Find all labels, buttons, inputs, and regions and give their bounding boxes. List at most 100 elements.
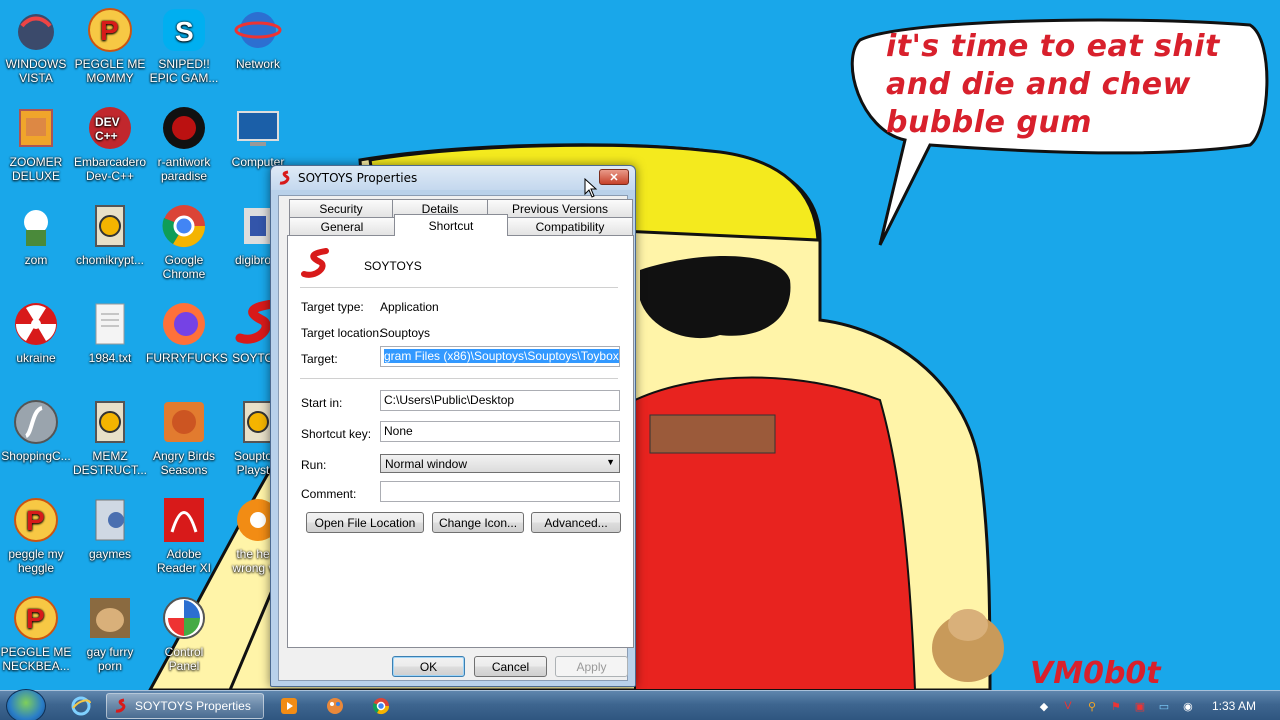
soytoys-icon bbox=[115, 698, 126, 713]
peggle-icon: P bbox=[86, 6, 134, 54]
desktop-icon[interactable]: MEMZ DESTRUCT... bbox=[72, 398, 148, 477]
target-type-label: Target type: bbox=[301, 300, 364, 314]
desktop-icon[interactable]: FURRYFUCKS bbox=[146, 300, 228, 365]
app-name: SOYTOYS bbox=[364, 259, 422, 273]
desktop-icon[interactable]: 1984.txt bbox=[72, 300, 148, 365]
flash-icon bbox=[12, 398, 60, 446]
comment-input[interactable] bbox=[380, 481, 620, 502]
desktop-icon[interactable]: Control Panel bbox=[146, 594, 222, 673]
target-location-label: Target location: bbox=[301, 326, 383, 340]
desktop-icon[interactable]: r-antiwork paradise bbox=[146, 104, 222, 183]
run-label: Run: bbox=[301, 458, 327, 472]
watermark: VM0b0t bbox=[1030, 656, 1161, 690]
tray-search-icon[interactable]: ⚲ bbox=[1085, 699, 1099, 713]
dialog-title: SOYTOYS Properties bbox=[298, 171, 418, 185]
vista-icon bbox=[12, 6, 60, 54]
tray-monitor-icon[interactable]: ▭ bbox=[1157, 699, 1171, 713]
mouse-cursor bbox=[584, 178, 598, 198]
tab-previous-versions[interactable]: Previous Versions bbox=[487, 199, 633, 217]
system-tray: ◆ V ⚲ ⚑ ▣ ▭ ◉ 1:33 AM bbox=[1032, 691, 1280, 720]
desktop-icon[interactable]: ukraine bbox=[0, 300, 74, 365]
apply-button[interactable]: Apply bbox=[555, 656, 628, 677]
desktop-icon[interactable]: ShoppingC... bbox=[0, 398, 74, 463]
chrome-icon[interactable] bbox=[372, 693, 390, 719]
desktop-icon-label: FURRYFUCKS bbox=[146, 351, 228, 365]
taskbar-window-soytoys-properties[interactable]: SOYTOYS Properties bbox=[106, 693, 264, 719]
media-player-icon[interactable] bbox=[280, 693, 298, 719]
desktop-icon-label: ukraine bbox=[16, 351, 56, 365]
tab-security[interactable]: Security bbox=[289, 199, 393, 217]
desktop-icon[interactable]: P PEGGLE ME NECKBEA... bbox=[0, 594, 74, 673]
shortcut-icon bbox=[86, 202, 134, 250]
taskbar-clock[interactable]: 1:33 AM bbox=[1212, 699, 1256, 713]
paint-icon[interactable] bbox=[326, 693, 344, 719]
svg-text:P: P bbox=[26, 505, 45, 536]
change-icon-button[interactable]: Change Icon... bbox=[432, 512, 524, 533]
tray-network-icon[interactable]: ▣ bbox=[1133, 699, 1147, 713]
ok-button[interactable]: OK bbox=[392, 656, 465, 677]
internet-explorer-icon[interactable] bbox=[70, 693, 92, 719]
hamster-icon bbox=[86, 594, 134, 642]
desktop-icon[interactable]: Network bbox=[220, 6, 296, 71]
desktop-icon[interactable]: P PEGGLE ME MOMMY bbox=[72, 6, 148, 85]
desktop-icon-label: Angry Birds Seasons bbox=[152, 449, 216, 477]
tray-flag-icon[interactable]: ⚑ bbox=[1109, 699, 1123, 713]
computer-icon bbox=[234, 104, 282, 152]
shortcut-panel: SOYTOYS Target type: Application Target … bbox=[287, 235, 634, 648]
desktop-icon[interactable]: S SNIPED!! EPIC GAM... bbox=[146, 6, 222, 85]
desktop-icon[interactable]: DEV C++ Embarcadero Dev-C++ bbox=[72, 104, 148, 183]
tray-shield-icon[interactable]: ◆ bbox=[1037, 699, 1051, 713]
run-select[interactable]: Normal window ▼ bbox=[380, 454, 620, 473]
tray-volume-icon[interactable]: ◉ bbox=[1181, 699, 1195, 713]
target-input-text: gram Files (x86)\Souptoys\Souptoys\Toybo… bbox=[384, 349, 619, 363]
open-file-location-button[interactable]: Open File Location bbox=[306, 512, 424, 533]
comment-label: Comment: bbox=[301, 487, 357, 501]
textfile-icon bbox=[86, 300, 134, 348]
start-button[interactable] bbox=[6, 689, 46, 720]
desktop-icon[interactable]: Adobe Reader XI bbox=[146, 496, 222, 575]
desktop-icon-label: zom bbox=[24, 253, 48, 267]
desktop-icon[interactable]: chomikrypt... bbox=[72, 202, 148, 267]
start-in-input[interactable]: C:\Users\Public\Desktop bbox=[380, 390, 620, 411]
desktop-icon-label: ZOOMER DELUXE bbox=[9, 155, 63, 183]
dialog-body: Security Details Previous Versions Gener… bbox=[278, 195, 634, 681]
speech-line: bubble gum bbox=[886, 105, 1092, 140]
desktop-icon[interactable]: WINDOWS VISTA bbox=[0, 6, 74, 85]
shortcut-key-input[interactable]: None bbox=[380, 421, 620, 442]
network-icon bbox=[234, 6, 282, 54]
desktop-icon[interactable]: ZOOMER DELUXE bbox=[0, 104, 74, 183]
desktop-icon[interactable]: zom bbox=[0, 202, 74, 267]
desktop-icon[interactable]: gaymes bbox=[72, 496, 148, 561]
desktop-icon-label: WINDOWS VISTA bbox=[5, 57, 67, 85]
tab-shortcut[interactable]: Shortcut bbox=[394, 214, 508, 236]
desktop-icon[interactable]: Google Chrome bbox=[146, 202, 222, 281]
zoomer-icon bbox=[12, 104, 60, 152]
cancel-button[interactable]: Cancel bbox=[474, 656, 547, 677]
target-input[interactable]: gram Files (x86)\Souptoys\Souptoys\Toybo… bbox=[380, 346, 620, 367]
desktop-icon[interactable]: Computer bbox=[220, 104, 296, 169]
peggle-icon: P bbox=[12, 594, 60, 642]
advanced-button[interactable]: Advanced... bbox=[531, 512, 621, 533]
target-location-value: Souptoys bbox=[380, 326, 431, 340]
dialog-titlebar[interactable]: SOYTOYS Properties bbox=[271, 166, 635, 190]
tray-v-icon[interactable]: V bbox=[1061, 699, 1075, 713]
desktop-icon-label: Network bbox=[235, 57, 280, 71]
speech-bubble-text: it's time to eat shit and die and chew b… bbox=[886, 28, 1246, 142]
desktop-icon-label: PEGGLE ME MOMMY bbox=[74, 57, 146, 85]
desktop-icon-label: peggle my heggle bbox=[8, 547, 64, 575]
zom-icon bbox=[12, 202, 60, 250]
angrybirds-icon bbox=[160, 398, 208, 446]
tab-compatibility[interactable]: Compatibility bbox=[507, 217, 633, 235]
desktop-icon[interactable]: Ppeggle my heggle bbox=[0, 496, 74, 575]
start-in-label: Start in: bbox=[301, 396, 343, 410]
run-select-value: Normal window bbox=[385, 457, 468, 471]
desktop-icon[interactable]: gay furry porn bbox=[72, 594, 148, 673]
desktop-icon-label: ShoppingC... bbox=[1, 449, 71, 463]
peggle-icon: P bbox=[12, 496, 60, 544]
speech-line: it's time to eat shit bbox=[886, 29, 1220, 64]
tab-general[interactable]: General bbox=[289, 217, 395, 235]
desktop-icon[interactable]: Angry Birds Seasons bbox=[146, 398, 222, 477]
svg-text:S: S bbox=[175, 16, 194, 47]
close-button[interactable]: ✕ bbox=[599, 169, 629, 185]
adobe-icon bbox=[160, 496, 208, 544]
